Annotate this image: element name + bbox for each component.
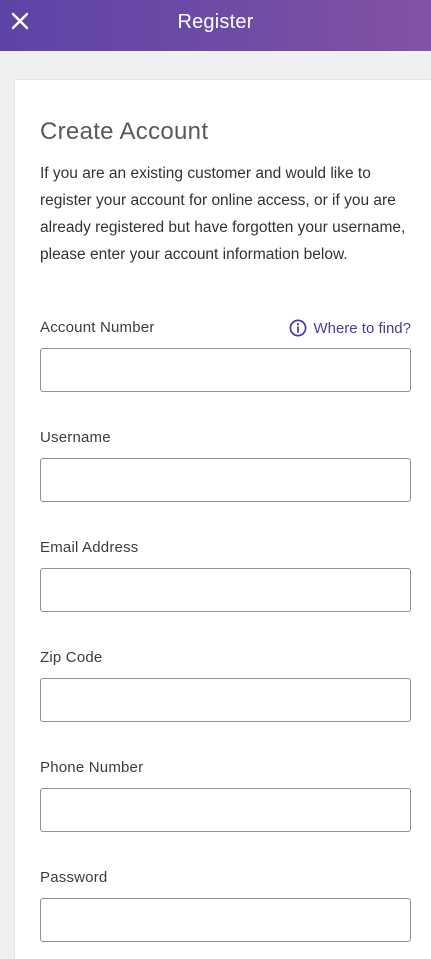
password-label: Password bbox=[40, 869, 108, 886]
page-title: Register bbox=[177, 11, 254, 33]
email-label: Email Address bbox=[40, 539, 139, 556]
password-input[interactable] bbox=[40, 898, 411, 942]
zip-code-input[interactable] bbox=[40, 678, 411, 722]
where-to-find-label: Where to find? bbox=[313, 319, 411, 337]
where-to-find-link[interactable]: Where to find? bbox=[289, 319, 411, 337]
card-description: If you are an existing customer and woul… bbox=[40, 165, 406, 263]
info-icon bbox=[289, 319, 307, 337]
username-label: Username bbox=[40, 429, 111, 446]
phone-number-label: Phone Number bbox=[40, 759, 144, 776]
username-input[interactable] bbox=[40, 458, 411, 502]
email-input[interactable] bbox=[40, 568, 411, 612]
app-header: Register bbox=[0, 0, 431, 51]
account-number-label: Account Number bbox=[40, 319, 155, 336]
account-number-input[interactable] bbox=[40, 348, 411, 392]
phone-number-input[interactable] bbox=[40, 788, 411, 832]
registration-card: Create Account If you are an existing cu… bbox=[14, 79, 431, 959]
zip-code-label: Zip Code bbox=[40, 649, 103, 666]
card-title: Create Account bbox=[40, 118, 209, 145]
